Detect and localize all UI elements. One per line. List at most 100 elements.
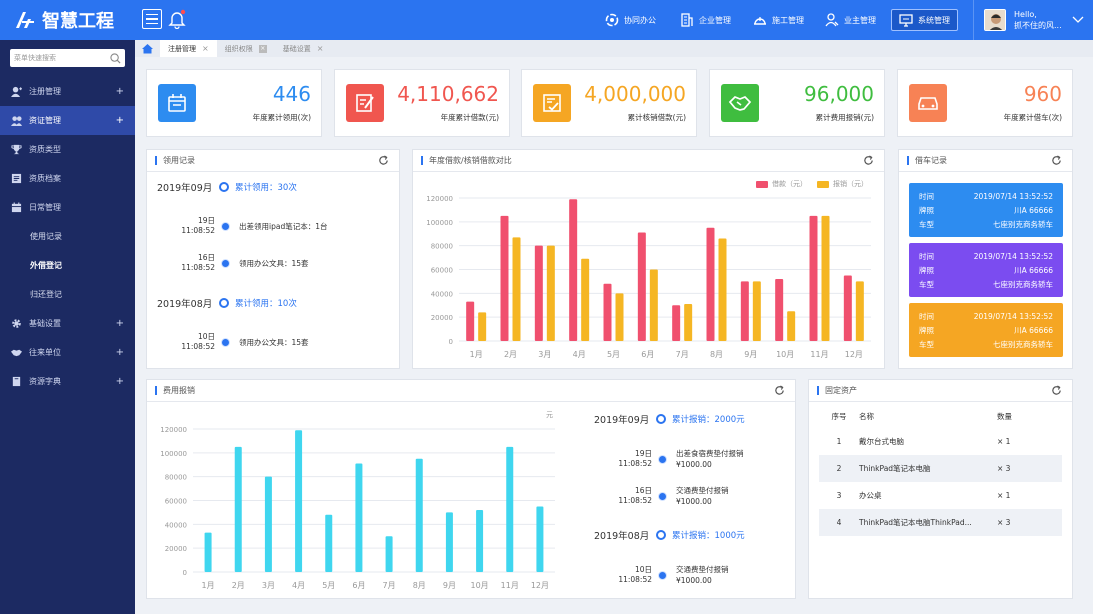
top-nav-item[interactable]: 企业管理 (680, 0, 731, 40)
sidebar-item[interactable]: 资证管理 + (0, 106, 135, 135)
top-nav-item[interactable]: 施工管理 (753, 0, 804, 40)
tab-register[interactable]: 注册管理 × (160, 40, 217, 57)
menu-search-input[interactable]: 菜单快速搜索 (10, 49, 125, 67)
sidebar-item-label: 注册管理 (29, 87, 61, 96)
day: 19日 (634, 449, 652, 458)
refresh-icon[interactable] (1051, 155, 1062, 166)
tab-basic-settings[interactable]: 基础设置 × (275, 40, 332, 57)
day: 16日 (634, 486, 652, 495)
sidebar-item[interactable]: 基础设置 + (0, 309, 135, 338)
y-tick-label: 40000 (431, 290, 453, 298)
model-value: 七座别克商务轿车 (993, 279, 1053, 289)
time: 11:08:52 (618, 496, 652, 505)
timeline-dot (656, 530, 666, 540)
sidebar-item-label: 资质档案 (29, 174, 61, 183)
car-record-card[interactable]: 时间 2019/07/14 13:52:52 牌照 川A 66666 车型 七座别克商… (909, 183, 1063, 237)
table-row[interactable]: 3 办公桌 × 1 (819, 482, 1062, 509)
sidebar-item[interactable]: 往来单位 + (0, 338, 135, 367)
sidebar-item[interactable]: 资质档案 (0, 164, 135, 193)
sidebar-item-label: 归还登记 (30, 290, 62, 299)
expand-plus-icon[interactable]: + (116, 318, 124, 329)
stat-card[interactable]: 4,110,662 年度累计借款(元) (334, 69, 510, 137)
bar-reimburse (478, 312, 487, 341)
x-tick-label: 11月 (501, 581, 519, 590)
timeline-dot (221, 258, 230, 268)
chevron-down-icon[interactable] (1072, 16, 1084, 24)
helmet-icon (754, 17, 766, 25)
menu-search-placeholder: 菜单快速搜索 (14, 54, 56, 62)
sidebar-item[interactable]: 注册管理 + (0, 77, 135, 106)
refresh-icon[interactable] (378, 155, 389, 166)
user-menu[interactable]: Hello, 抓不住的风... (973, 0, 1084, 40)
book-icon (12, 376, 20, 387)
brand-name: 智慧工程 (42, 11, 114, 32)
refresh-icon[interactable] (863, 155, 874, 166)
edit-doc-icon (346, 84, 384, 122)
avatar[interactable] (984, 9, 1006, 31)
x-tick-label: 12月 (531, 581, 549, 590)
table-row[interactable]: 4 ThinkPad笔记本电脑ThinkPad... × 3 (819, 509, 1062, 536)
stat-card[interactable]: 96,000 累计费用报销(元) (709, 69, 885, 137)
sidebar: 智慧工程 菜单快速搜索 注册管理 + 资证管理 + 资质类型 资质档案 日常管理 使用记录 外借… (0, 0, 135, 614)
model-value: 七座别克商务轿车 (993, 219, 1053, 229)
users-icon (10, 115, 22, 127)
search-icon[interactable] (110, 52, 121, 64)
bar-expense (415, 458, 423, 572)
cell-index: 3 (836, 491, 842, 500)
timeline-row[interactable]: 16日 11:08:52 交通费垫付报销 ¥1000.00 (604, 485, 728, 507)
timeline-row[interactable]: 16日 11:08:52 领用办公文具：15套 (167, 253, 308, 273)
panel-title: 借车记录 (899, 150, 1072, 172)
refresh-icon[interactable] (774, 385, 785, 396)
car-record-card[interactable]: 时间 2019/07/14 13:52:52 牌照 川A 66666 车型 七座别克商… (909, 303, 1063, 357)
time-label: 时间 (919, 191, 934, 201)
stat-card[interactable]: 4,000,000 累计核销借款(元) (521, 69, 697, 137)
timeline-row[interactable]: 10日 11:08:52 领用办公文具：15套 (167, 332, 308, 352)
x-tick-label: 12月 (845, 350, 863, 359)
top-nav-item[interactable]: 系统管理 (891, 9, 958, 31)
timeline-dot (658, 491, 667, 501)
timeline-row[interactable]: 19日 11:08:52 出差领用ipad笔记本：1台 (167, 216, 327, 236)
x-tick-label: 8月 (710, 350, 723, 359)
time: 11:08:52 (181, 342, 215, 351)
y-tick-label: 0 (449, 338, 453, 346)
expand-plus-icon[interactable]: + (116, 376, 124, 387)
expand-plus-icon[interactable]: + (116, 115, 124, 126)
x-tick-label: 4月 (292, 581, 305, 590)
car-record-card[interactable]: 时间 2019/07/14 13:52:52 牌照 川A 66666 车型 七座别克商… (909, 243, 1063, 297)
sidebar-item[interactable]: 资源字典 + (0, 367, 135, 396)
close-icon[interactable]: × (202, 44, 209, 53)
table-row[interactable]: 2 ThinkPad笔记本电脑 × 3 (819, 455, 1062, 482)
panel-title: 费用报销 (147, 380, 795, 402)
time-value: 2019/07/14 13:52:52 (973, 311, 1053, 321)
stat-card[interactable]: 446 年度累计领用(次) (146, 69, 322, 137)
bell-icon[interactable] (168, 9, 186, 29)
stat-card[interactable]: 960 年度累计借车(次) (897, 69, 1073, 137)
sidebar-item[interactable]: 归还登记 (0, 280, 135, 309)
sidebar-item[interactable]: 资质类型 (0, 135, 135, 164)
close-icon[interactable]: × (258, 44, 267, 53)
sidebar-item[interactable]: 日常管理 (0, 193, 135, 222)
tab-org-permission[interactable]: 组织权限 × (217, 40, 275, 57)
sidebar-item-label: 使用记录 (30, 232, 62, 241)
top-nav-item[interactable]: 业主管理 (825, 0, 876, 40)
plate-value: 川A 66666 (1014, 325, 1053, 335)
sidebar-item-label: 资源字典 (29, 377, 61, 386)
top-nav-item[interactable]: 协同办公 (605, 0, 656, 40)
time-value: 2019/07/14 13:52:52 (973, 251, 1053, 261)
expand-plus-icon[interactable]: + (116, 347, 124, 358)
sidebar-item[interactable]: 外借登记 (0, 251, 135, 280)
table-row[interactable]: 1 戴尔台式电脑 × 1 (819, 428, 1062, 455)
timeline-row[interactable]: 10日 11:08:52 交通费垫付报销 ¥1000.00 (604, 564, 728, 586)
plate-label: 牌照 (919, 325, 934, 335)
sidebar-item[interactable]: 使用记录 (0, 222, 135, 251)
refresh-icon[interactable] (1051, 385, 1062, 396)
menu-toggle-icon[interactable] (142, 9, 162, 29)
home-tab[interactable] (135, 40, 160, 57)
timeline-dot (656, 414, 666, 424)
expand-plus-icon[interactable]: + (116, 86, 124, 97)
brand[interactable]: 智慧工程 (0, 0, 135, 40)
y-tick-label: 60000 (165, 498, 187, 506)
close-icon[interactable]: × (317, 44, 324, 53)
timeline-row[interactable]: 19日 11:08:52 出差食宿费垫付报销 ¥1000.00 (604, 448, 743, 470)
day: 19日 (197, 216, 215, 225)
